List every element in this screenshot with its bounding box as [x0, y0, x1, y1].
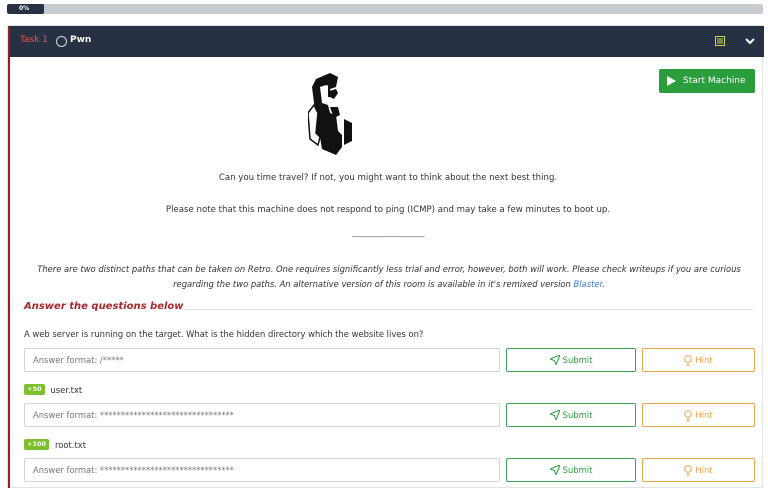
question-1-row: Submit Hint — [24, 348, 755, 372]
question-3-row: Submit Hint — [24, 458, 755, 482]
hint-button-1[interactable]: Hint — [642, 348, 755, 372]
hint-label-3: Hint — [695, 465, 713, 475]
start-machine-label: Start Machine — [683, 76, 746, 86]
hint-label-2: Hint — [695, 410, 713, 420]
question-2-header: +50 user.txt — [24, 384, 82, 395]
answer-input-1[interactable] — [24, 348, 500, 372]
question-3-text: root.txt — [55, 439, 86, 450]
hint-label-1: Hint — [695, 355, 713, 365]
progress-label: 0% — [19, 5, 30, 12]
question-2-row: Submit Hint — [24, 403, 755, 427]
description-separator: ------------------------------------ — [351, 233, 425, 241]
play-icon — [667, 76, 676, 86]
answer-input-2[interactable] — [24, 403, 500, 427]
question-3-header: +100 root.txt — [24, 439, 86, 450]
divider — [178, 309, 753, 310]
task-card: Task 1 Pwn Start Machine Can you time tr… — [7, 25, 764, 488]
lightbulb-icon — [684, 354, 693, 366]
start-machine-button[interactable]: Start Machine — [659, 69, 755, 93]
answer-input-3[interactable] — [24, 458, 500, 482]
paper-plane-icon — [549, 410, 560, 420]
submit-button-3[interactable]: Submit — [506, 458, 636, 482]
description-line-2: Please note that this machine does not r… — [165, 205, 611, 215]
submit-label-3: Submit — [562, 465, 593, 475]
task-number: Task 1 — [20, 35, 49, 45]
submit-button-1[interactable]: Submit — [506, 348, 636, 372]
description-italic: There are two distinct paths that can be… — [28, 262, 750, 292]
task-header[interactable]: Task 1 Pwn — [8, 26, 764, 57]
lightbulb-icon — [684, 464, 693, 476]
paper-plane-icon — [549, 465, 560, 475]
paper-plane-icon — [549, 355, 560, 365]
italic-end: . — [602, 279, 605, 289]
blaster-link[interactable]: Blaster — [574, 279, 603, 289]
submit-button-2[interactable]: Submit — [506, 403, 636, 427]
question-1-text: A web server is running on the target. W… — [24, 329, 424, 339]
question-2-text: user.txt — [50, 384, 83, 395]
submit-label-1: Submit — [562, 355, 593, 365]
description-line-1: Can you time travel? If not, you might w… — [218, 173, 558, 183]
arcade-machine-logo — [308, 73, 352, 155]
answer-heading: Answer the questions below — [24, 301, 184, 312]
progress-bar: 0% — [7, 4, 763, 14]
list-icon[interactable] — [715, 36, 725, 46]
hint-button-3[interactable]: Hint — [642, 458, 755, 482]
task-title: Pwn — [70, 35, 92, 45]
hint-button-2[interactable]: Hint — [642, 403, 755, 427]
submit-label-2: Submit — [562, 410, 593, 420]
lightbulb-icon — [684, 409, 693, 421]
points-badge-2: +50 — [24, 384, 45, 395]
italic-text: There are two distinct paths that can be… — [37, 264, 741, 289]
task-status-circle-icon — [56, 36, 67, 47]
points-badge-3: +100 — [24, 439, 50, 450]
task-body: Start Machine Can you time travel? If no… — [8, 57, 764, 488]
chevron-down-icon[interactable] — [744, 35, 756, 47]
